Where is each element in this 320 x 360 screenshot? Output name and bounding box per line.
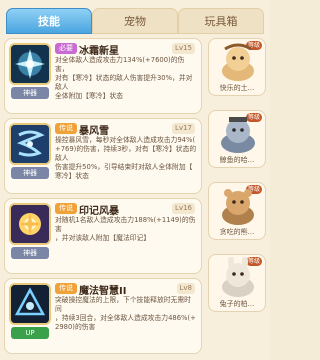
skill-level: Lv8	[176, 283, 195, 294]
skill-description: 操控暴风雪，每秒对全体敌人造成攻击力94%( +769)的伤害，持续3秒，对有【…	[55, 136, 197, 181]
skill-level: Lv17	[172, 123, 195, 134]
character-card[interactable]: 等级 贪吃的熊...	[208, 182, 266, 240]
desc-line: ，并对该敌人附加【魔法印记】	[55, 234, 151, 242]
skill-description: 对全体敌人造成攻击力134%(+7600)的伤害， 对有【寒冷】状态的敌人伤害提…	[55, 56, 197, 101]
character-name: 兔子的柏...	[219, 300, 255, 308]
skill-tag: UP	[11, 327, 49, 339]
skill-panel: 技能 宠物 玩具箱 神器 必要 冰霜新星 Lv15 对全体敌人造成攻击力134%…	[0, 0, 270, 360]
skill-name: 印记风暴	[79, 206, 119, 217]
desc-line: 伤害提升50%，引导结束时对敌人全体附加【	[55, 163, 193, 171]
desc-line: 对全体敌人造成攻击力134%(+7600)的伤害，	[55, 56, 185, 73]
rarity-badge: 传说	[55, 203, 77, 214]
character-avatar-icon	[222, 257, 254, 297]
skill-card[interactable]: UP 传说 魔法智慧II Lv8 突破操控魔法的上限，下个技能释放时无需时间 ，…	[4, 278, 202, 354]
skill-name: 魔法智慧II	[79, 286, 127, 297]
character-card[interactable]: 等级 兔子的柏...	[208, 254, 266, 312]
character-card[interactable]: 等级 快乐的土...	[208, 38, 266, 96]
magic-wisdom-icon	[9, 283, 51, 325]
character-name: 贪吃的熊...	[219, 228, 255, 236]
tab-pets[interactable]: 宠物	[92, 8, 178, 34]
desc-line: 全体附加【寒冷】状态	[55, 92, 123, 100]
desc-line: 2980)的伤害	[55, 323, 96, 331]
character-list: 等级 快乐的土... 等级 鲸鱼的哈... 等级 贪吃的熊... 等级 兔子的柏…	[208, 38, 268, 358]
rarity-badge: 传说	[55, 123, 77, 134]
ice-star-icon	[9, 43, 51, 85]
character-avatar-icon	[222, 43, 254, 81]
skill-list: 神器 必要 冰霜新星 Lv15 对全体敌人造成攻击力134%(+7600)的伤害…	[4, 38, 204, 358]
desc-line: 对有【寒冷】状态的敌人伤害提升30%，并对敌人	[55, 74, 193, 91]
desc-line: 对随机1名敌人造成攻击力188%(+1149)的伤害	[55, 216, 196, 233]
rarity-badge: 必要	[55, 43, 77, 54]
skill-tag: 神器	[11, 167, 49, 179]
skill-description: 突破操控魔法的上限，下个技能释放时无需时间 ，持续3回合，对全体敌人造成攻击力4…	[55, 296, 197, 332]
skill-card[interactable]: 神器 传说 暴风雪 Lv17 操控暴风雪，每秒对全体敌人造成攻击力94%( +7…	[4, 118, 202, 194]
skill-card[interactable]: 神器 传说 印记风暴 Lv16 对随机1名敌人造成攻击力188%(+1149)的…	[4, 198, 202, 274]
tab-skills[interactable]: 技能	[6, 8, 92, 34]
character-avatar-icon	[222, 189, 254, 225]
skill-level: Lv16	[172, 203, 195, 214]
blizzard-icon	[9, 123, 51, 165]
skill-name: 冰霜新星	[79, 46, 119, 57]
skill-name: 暴风雪	[79, 126, 109, 137]
tab-bar: 技能 宠物 玩具箱	[6, 8, 264, 34]
desc-line: +769)的伤害，持续3秒，对有【寒冷】状态的敌人	[55, 145, 197, 162]
desc-line: 突破操控魔法的上限，下个技能释放时无需时间	[55, 296, 191, 313]
desc-line: 寒冷】状态	[55, 172, 89, 180]
skill-tag: 神器	[11, 87, 49, 99]
tab-toybox[interactable]: 玩具箱	[178, 8, 264, 34]
skill-card[interactable]: 神器 必要 冰霜新星 Lv15 对全体敌人造成攻击力134%(+7600)的伤害…	[4, 38, 202, 114]
rarity-badge: 传说	[55, 283, 77, 294]
character-avatar-icon	[221, 117, 255, 153]
desc-line: 操控暴风雪，每秒对全体敌人造成攻击力94%(	[55, 136, 196, 144]
character-name: 快乐的土...	[219, 84, 255, 92]
character-name: 鲸鱼的哈...	[219, 156, 255, 164]
mark-storm-icon	[9, 203, 51, 245]
desc-line: ，持续3回合，对全体敌人造成攻击力486%(+	[55, 314, 196, 322]
skill-level: Lv15	[172, 43, 195, 54]
character-card[interactable]: 等级 鲸鱼的哈...	[208, 110, 266, 168]
skill-description: 对随机1名敌人造成攻击力188%(+1149)的伤害 ，并对该敌人附加【魔法印记…	[55, 216, 197, 243]
skill-tag: 神器	[11, 247, 49, 259]
